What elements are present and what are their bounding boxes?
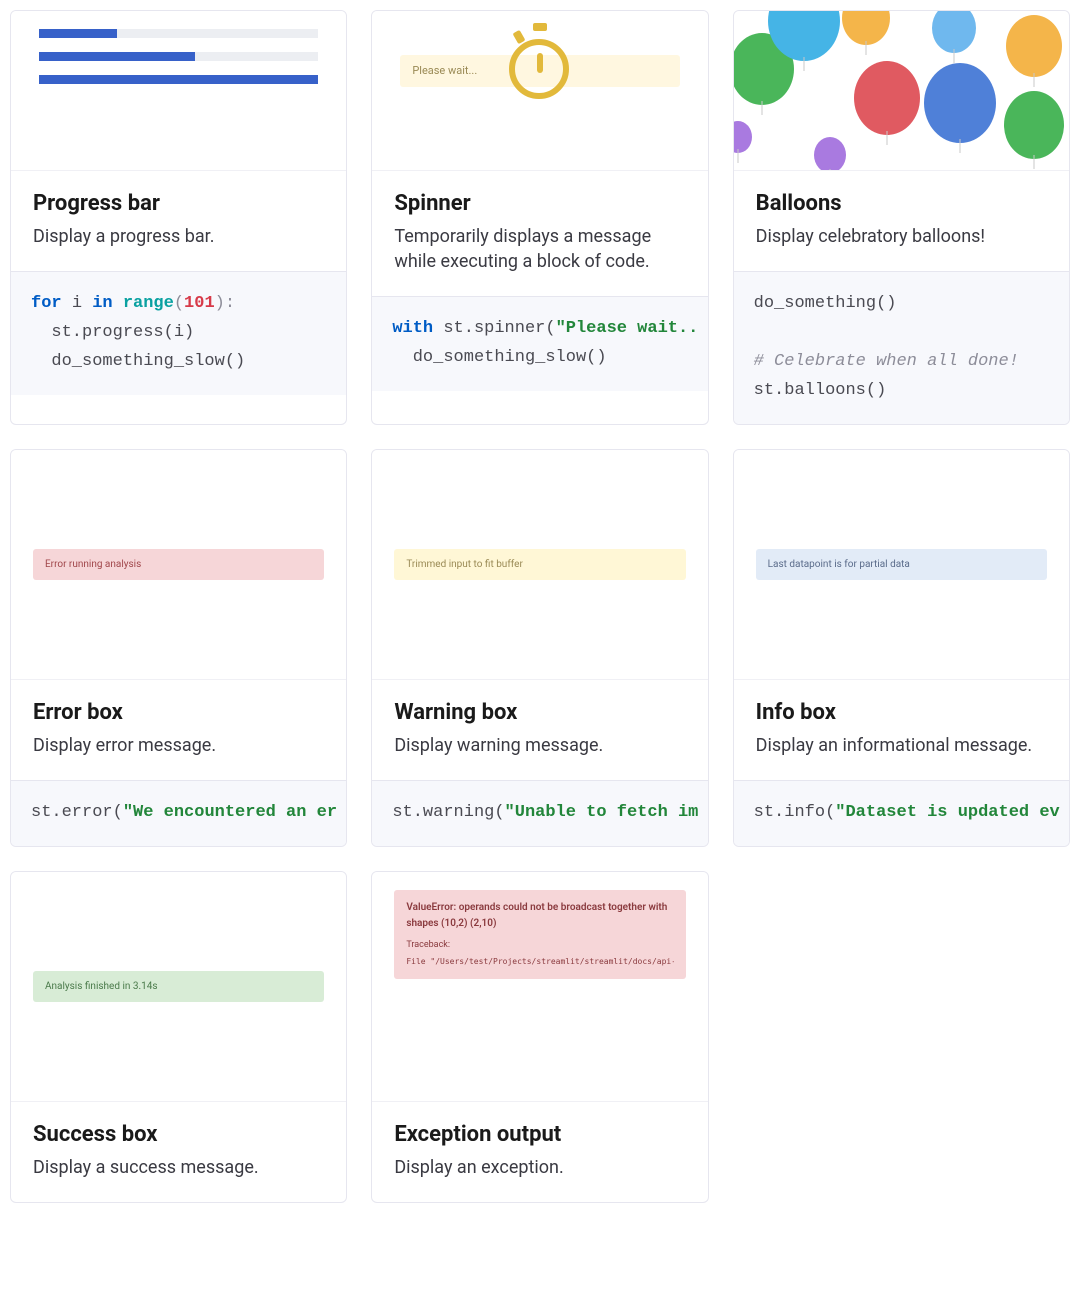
- card-desc: Display an informational message.: [756, 733, 1047, 758]
- card-error-box[interactable]: Error running analysis Error box Display…: [10, 449, 347, 847]
- preview-warning: Trimmed input to fit buffer: [372, 450, 707, 680]
- info-message-box: Last datapoint is for partial data: [756, 549, 1047, 580]
- card-warning-box[interactable]: Trimmed input to fit buffer Warning box …: [371, 449, 708, 847]
- preview-progress: [11, 11, 346, 171]
- preview-success: Analysis finished in 3.14s: [11, 872, 346, 1102]
- code-block: st.warning("Unable to fetch im: [372, 780, 707, 846]
- preview-spinner: Please wait...: [372, 11, 707, 171]
- card-title: Exception output: [394, 1122, 685, 1147]
- card-desc: Display error message.: [33, 733, 324, 758]
- card-desc: Display a success message.: [33, 1155, 324, 1180]
- card-title: Balloons: [756, 191, 1047, 216]
- progressbar-track: [39, 52, 318, 61]
- card-title: Spinner: [394, 191, 685, 216]
- card-desc: Display an exception.: [394, 1155, 685, 1180]
- code-block: for i in range(101): st.progress(i) do_s…: [11, 271, 346, 395]
- card-title: Success box: [33, 1122, 324, 1147]
- preview-exception: ValueError: operands could not be broadc…: [372, 872, 707, 1102]
- card-spinner[interactable]: Please wait... Spinner Temporarily displ…: [371, 10, 708, 425]
- card-desc: Display celebratory balloons!: [756, 224, 1047, 249]
- balloon-icon: [1004, 91, 1064, 159]
- balloon-icon: [814, 137, 846, 171]
- stopwatch-icon: [509, 23, 571, 101]
- card-title: Progress bar: [33, 191, 324, 216]
- code-block: st.error("We encountered an er: [11, 780, 346, 846]
- card-title: Error box: [33, 700, 324, 725]
- preview-info: Last datapoint is for partial data: [734, 450, 1069, 680]
- balloon-icon: [854, 61, 920, 135]
- card-grid: Progress bar Display a progress bar. for…: [10, 10, 1070, 1203]
- card-success-box[interactable]: Analysis finished in 3.14s Success box D…: [10, 871, 347, 1203]
- preview-error: Error running analysis: [11, 450, 346, 680]
- code-block: st.info("Dataset is updated ev: [734, 780, 1069, 846]
- card-desc: Display a progress bar.: [33, 224, 324, 249]
- card-title: Warning box: [394, 700, 685, 725]
- card-balloons[interactable]: Balloons Display celebratory balloons! d…: [733, 10, 1070, 425]
- balloon-icon: [924, 63, 996, 143]
- balloon-icon: [1006, 15, 1062, 77]
- code-block: with st.spinner("Please wait.. do_someth…: [372, 296, 707, 391]
- card-info-box[interactable]: Last datapoint is for partial data Info …: [733, 449, 1070, 847]
- progressbar-track: [39, 75, 318, 84]
- error-message-box: Error running analysis: [33, 549, 324, 580]
- card-desc: Display warning message.: [394, 733, 685, 758]
- progressbar-track: [39, 29, 318, 38]
- card-progress-bar[interactable]: Progress bar Display a progress bar. for…: [10, 10, 347, 425]
- success-message-box: Analysis finished in 3.14s: [33, 971, 324, 1002]
- card-title: Info box: [756, 700, 1047, 725]
- preview-balloons: [734, 11, 1069, 171]
- card-desc: Temporarily displays a message while exe…: [394, 224, 685, 274]
- card-exception-output[interactable]: ValueError: operands could not be broadc…: [371, 871, 708, 1203]
- balloon-icon: [734, 121, 752, 153]
- code-block: do_something() # Celebrate when all done…: [734, 271, 1069, 424]
- balloon-icon: [842, 11, 890, 45]
- exception-box: ValueError: operands could not be broadc…: [394, 890, 685, 979]
- warning-message-box: Trimmed input to fit buffer: [394, 549, 685, 580]
- balloon-icon: [932, 11, 976, 53]
